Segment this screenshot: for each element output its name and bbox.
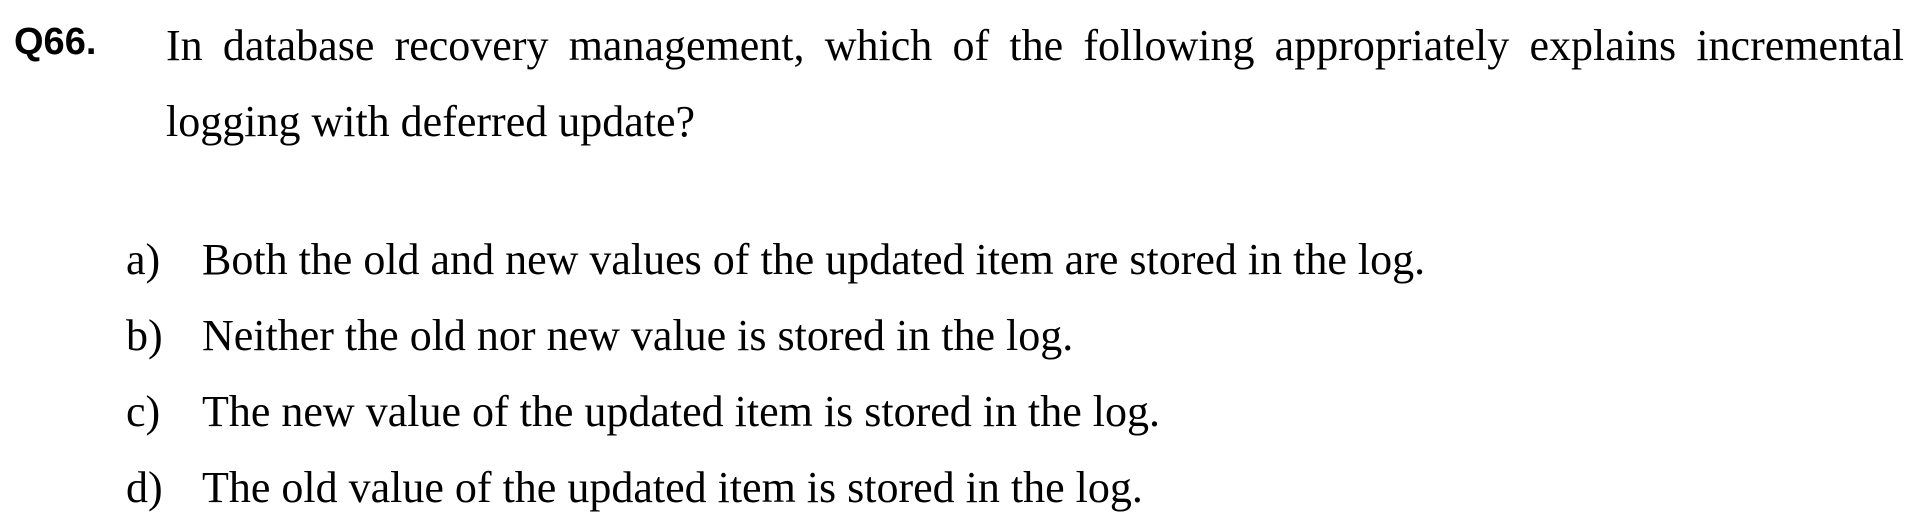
question-number: Q66. [14, 21, 97, 63]
option-text: Both the old and new values of the updat… [202, 235, 1426, 284]
option-d: d) The old value of the updated item is … [126, 450, 1425, 526]
option-letter: d) [126, 463, 163, 512]
option-text: The old value of the updated item is sto… [202, 463, 1143, 512]
option-a: a) Both the old and new values of the up… [126, 222, 1425, 298]
option-letter: c) [126, 387, 161, 436]
answer-options: a) Both the old and new values of the up… [126, 222, 1425, 526]
option-letter: a) [126, 235, 161, 284]
option-letter: b) [126, 311, 163, 360]
option-b: b) Neither the old nor new value is stor… [126, 298, 1425, 374]
question-text: In database recovery management, which o… [166, 21, 1904, 146]
option-c: c) The new value of the updated item is … [126, 374, 1425, 450]
option-text: Neither the old nor new value is stored … [202, 311, 1074, 360]
option-text: The new value of the updated item is sto… [202, 387, 1160, 436]
